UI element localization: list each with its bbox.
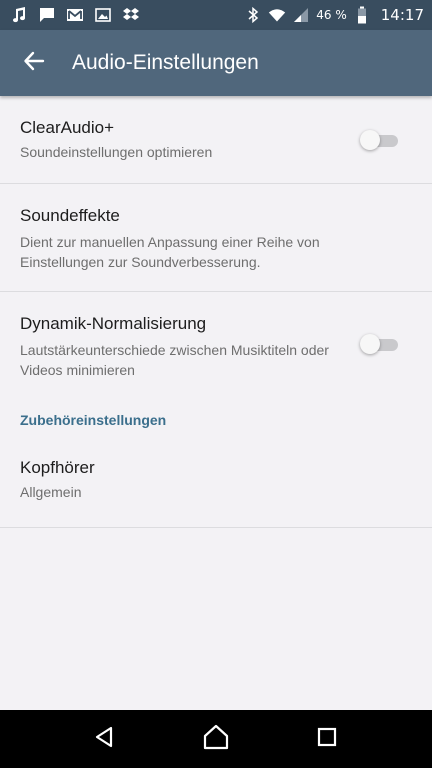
settings-list: ClearAudio+ Soundeinstellungen optimiere…: [0, 96, 432, 528]
pref-dynamik-normalisierung[interactable]: Dynamik-Normalisierung Lautstärkeuntersc…: [0, 292, 432, 400]
dynamik-toggle[interactable]: [360, 333, 400, 355]
arrow-back-icon: [23, 50, 45, 76]
pref-title: Kopfhörer: [20, 458, 95, 477]
pref-summary: Soundeinstellungen optimieren: [20, 144, 213, 160]
gmail-icon: [66, 6, 84, 24]
pref-title: ClearAudio+: [20, 118, 115, 137]
message-icon: [38, 6, 56, 24]
pref-summary: Dient zur manuellen Anpassung einer Reih…: [20, 234, 320, 270]
app-bar: Audio-Einstellungen: [0, 30, 432, 96]
signal-icon: [292, 6, 310, 24]
recents-square-icon: [317, 727, 337, 751]
back-triangle-icon: [94, 726, 116, 752]
pref-summary: Lautstärkeunterschiede zwischen Musiktit…: [20, 342, 329, 378]
toggle-thumb: [360, 129, 380, 150]
dropbox-icon: [122, 6, 140, 24]
pref-clearaudio[interactable]: ClearAudio+ Soundeinstellungen optimiere…: [0, 96, 432, 184]
pref-title: Soundeffekte: [20, 206, 120, 225]
bluetooth-icon: [244, 6, 262, 24]
back-button[interactable]: [6, 30, 62, 96]
status-bar: 46 % 14:17: [0, 0, 432, 30]
pref-kopfhoerer[interactable]: Kopfhörer Allgemein: [0, 442, 432, 528]
clock: 14:17: [380, 6, 424, 24]
battery-percent: 46 %: [316, 8, 347, 22]
nav-recents-button[interactable]: [297, 710, 357, 768]
battery-icon: [353, 6, 371, 24]
navigation-bar: [0, 710, 432, 768]
clearaudio-toggle[interactable]: [360, 129, 400, 151]
music-note-icon: [10, 6, 28, 24]
system-icons: 46 % 14:17: [244, 6, 424, 24]
toggle-thumb: [360, 334, 380, 354]
pref-title: Dynamik-Normalisierung: [20, 314, 207, 333]
pref-summary: Allgemein: [20, 484, 82, 500]
nav-back-button[interactable]: [75, 710, 135, 768]
wifi-icon: [268, 6, 286, 24]
notification-icons: [10, 6, 140, 24]
home-icon: [203, 724, 229, 754]
nav-home-button[interactable]: [186, 710, 246, 768]
image-icon: [94, 6, 112, 24]
pref-soundeffekte[interactable]: Soundeffekte Dient zur manuellen Anpassu…: [0, 184, 432, 292]
page-title: Audio-Einstellungen: [72, 51, 259, 74]
